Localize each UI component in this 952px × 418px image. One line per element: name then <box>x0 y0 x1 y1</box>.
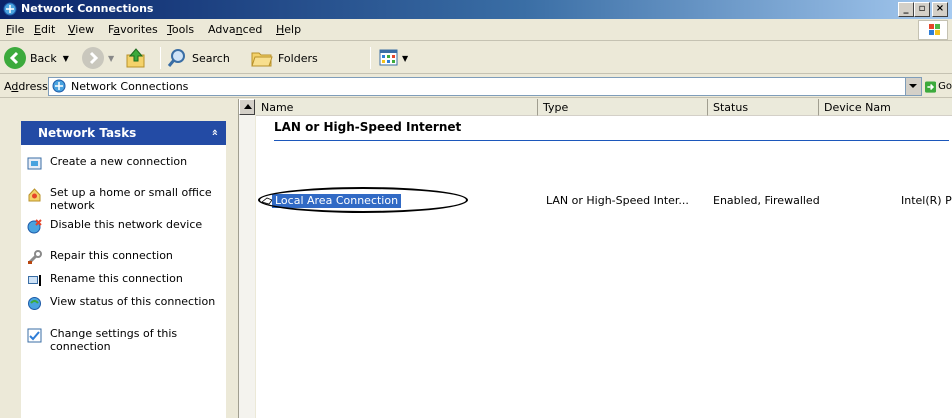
window-title: Network Connections <box>21 2 154 15</box>
views-button[interactable]: ▼ <box>378 46 408 70</box>
rename-icon <box>28 275 41 286</box>
status-icon <box>28 297 41 310</box>
network-connections-window: Network Connections _ ▫ × File Edit View… <box>0 0 952 418</box>
address-dropdown-button[interactable] <box>905 78 921 95</box>
home-network-icon <box>28 188 41 202</box>
go-label: Go <box>938 81 952 92</box>
address-bar: Address Network Connections Go <box>0 75 952 98</box>
collapse-chevron-icon[interactable]: » <box>208 129 221 136</box>
connections-list: Name Type Status Device Nam LAN or High-… <box>256 99 952 418</box>
folders-icon <box>251 52 273 67</box>
chevron-down-icon <box>909 84 917 88</box>
menu-file[interactable]: File <box>6 23 24 36</box>
task-pane: Network Tasks » Create a new connection … <box>0 99 238 418</box>
group-header: LAN or High-Speed Internet <box>274 120 462 134</box>
menu-tools[interactable]: Tools <box>167 23 194 36</box>
back-label: Back <box>30 51 57 65</box>
go-arrow-icon <box>925 80 937 93</box>
column-header-type[interactable]: Type <box>538 99 708 116</box>
standard-toolbar: Back ▼ ▼ Search Folders ▼ <box>0 42 952 74</box>
views-dropdown-icon[interactable]: ▼ <box>402 54 408 63</box>
search-label: Search <box>192 51 230 65</box>
menu-advanced[interactable]: Advanced <box>208 23 262 36</box>
network-tasks-header[interactable]: Network Tasks » <box>21 121 226 145</box>
repair-icon <box>28 250 42 264</box>
scroll-up-button[interactable] <box>239 99 255 115</box>
address-label: Address <box>4 80 48 93</box>
go-button[interactable]: Go <box>925 77 952 96</box>
menu-view[interactable]: View <box>68 23 94 36</box>
network-tasks-title: Network Tasks <box>38 126 137 140</box>
back-arrow-icon <box>4 47 26 69</box>
up-folder-button[interactable] <box>124 46 148 70</box>
folders-label: Folders <box>278 51 318 65</box>
connection-status: Enabled, Firewalled <box>713 194 820 207</box>
create-connection-icon <box>27 157 42 170</box>
folders-button[interactable]: Folders <box>250 46 318 70</box>
column-header-name[interactable]: Name <box>256 99 538 116</box>
disable-device-icon <box>27 219 42 234</box>
task-pane-scrollbar[interactable] <box>238 99 255 418</box>
views-icon <box>379 49 398 66</box>
back-dropdown-icon[interactable]: ▼ <box>63 54 69 63</box>
forward-button[interactable]: ▼ <box>82 46 114 70</box>
network-tasks-list: Create a new connection Set up a home or… <box>21 145 226 418</box>
network-connections-icon <box>52 79 66 93</box>
maximize-button[interactable]: ▫ <box>914 2 930 17</box>
network-connections-icon <box>3 2 17 16</box>
minimize-button[interactable]: _ <box>898 2 914 17</box>
column-header-device-name[interactable]: Device Nam <box>819 99 952 116</box>
address-value: Network Connections <box>71 80 189 93</box>
title-bar[interactable]: Network Connections _ ▫ × <box>0 0 952 19</box>
address-input[interactable]: Network Connections <box>48 77 922 96</box>
forward-dropdown-icon[interactable]: ▼ <box>108 54 114 63</box>
menu-edit[interactable]: Edit <box>34 23 55 36</box>
menu-bar: File Edit View Favorites Tools Advanced … <box>0 19 952 41</box>
highlight-ellipse <box>258 187 468 213</box>
connection-type: LAN or High-Speed Inter... <box>546 194 689 207</box>
menu-help[interactable]: Help <box>276 23 301 36</box>
settings-icon <box>27 328 42 343</box>
toolbar-separator <box>370 47 371 69</box>
windows-logo-icon <box>918 20 948 40</box>
close-button[interactable]: × <box>932 2 948 17</box>
back-button[interactable]: Back ▼ <box>4 46 69 70</box>
search-icon <box>167 49 185 67</box>
forward-arrow-icon <box>82 47 104 69</box>
toolbar-separator <box>160 47 161 69</box>
connection-device: Intel(R) PRO <box>901 194 952 207</box>
menu-favorites[interactable]: Favorites <box>108 23 158 36</box>
up-folder-icon <box>126 48 145 68</box>
search-button[interactable]: Search <box>166 46 230 70</box>
group-divider <box>274 140 949 141</box>
column-header-status[interactable]: Status <box>708 99 819 116</box>
